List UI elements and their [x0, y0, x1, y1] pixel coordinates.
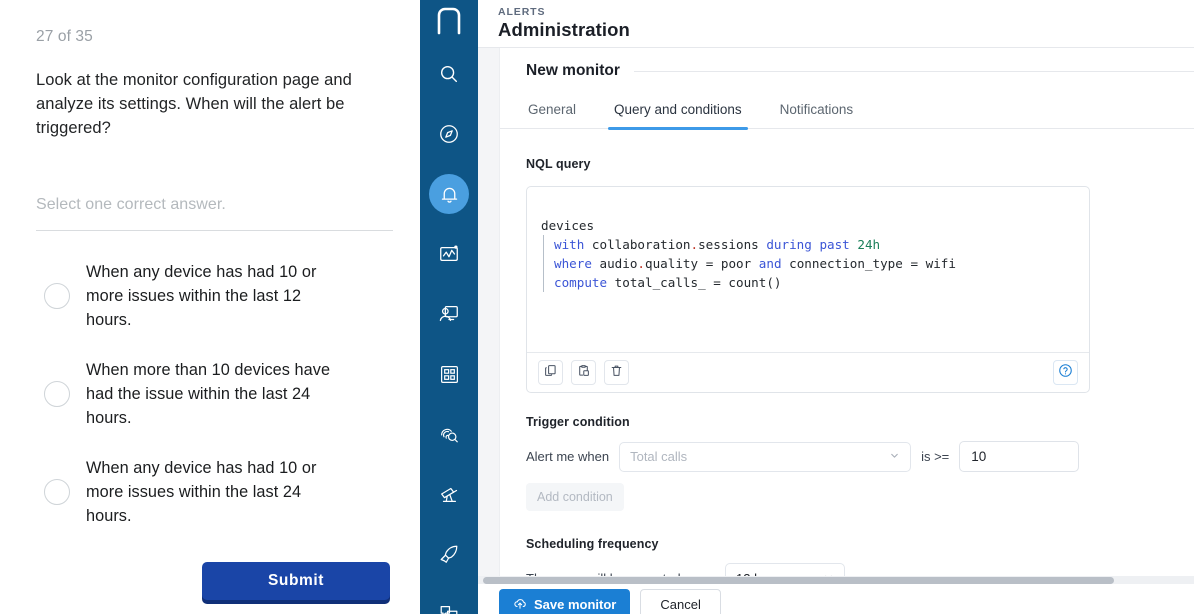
bell-icon	[439, 184, 460, 205]
code-line-2: with collaboration.sessions during past …	[543, 235, 1075, 254]
nql-query-header: NQL query Show in Investigations	[526, 149, 1194, 178]
apps-grid-icon	[439, 364, 460, 385]
cloud-upload-icon	[513, 596, 527, 613]
form-footer: Save monitor Cancel	[478, 584, 1194, 614]
sidebar-item-applications[interactable]	[429, 354, 469, 394]
copy-button[interactable]	[538, 360, 563, 385]
help-button[interactable]	[1053, 360, 1078, 385]
new-monitor-card: New monitor General Query and conditions…	[499, 48, 1194, 578]
answer-option-label: When more than 10 devices have had the i…	[86, 361, 331, 427]
answer-option-3[interactable]: When any device has had 10 or more issue…	[36, 443, 390, 541]
sidebar-item-engage[interactable]	[429, 594, 469, 614]
sidebar-item-explore[interactable]	[429, 114, 469, 154]
add-condition-button[interactable]: Add condition	[526, 483, 624, 511]
radio-button-2[interactable]	[44, 381, 70, 407]
nql-query-label: NQL query	[526, 156, 591, 171]
page-title: Administration	[498, 19, 630, 40]
metric-select-value: Total calls	[630, 449, 688, 464]
fingerprint-search-icon	[438, 423, 460, 445]
trigger-condition-section: Trigger condition Alert me when Total ca…	[526, 415, 1194, 511]
tab-notifications[interactable]: Notifications	[778, 94, 856, 128]
sidebar-item-alerts[interactable]	[429, 174, 469, 214]
main-content: ALERTS Administration New monitor Genera…	[478, 0, 1194, 614]
chevron-down-icon	[889, 449, 900, 464]
sidebar-item-discovery[interactable]	[429, 474, 469, 514]
breadcrumb: ALERTS	[498, 6, 546, 18]
quiz-panel: 27 of 35 Look at the monitor configurati…	[0, 0, 420, 614]
sidebar-item-campaigns[interactable]	[429, 534, 469, 574]
trigger-condition-label: Trigger condition	[526, 415, 630, 429]
sidebar-item-dashboards[interactable]	[429, 234, 469, 274]
answer-option-label: When any device has had 10 or more issue…	[86, 459, 317, 525]
user-experience-icon	[438, 303, 460, 325]
answer-options: When any device has had 10 or more issue…	[36, 247, 390, 541]
answer-option-2[interactable]: When more than 10 devices have had the i…	[36, 345, 390, 443]
tab-panel-query-and-conditions: NQL query Show in Investigations devices…	[500, 129, 1194, 578]
trigger-condition-row: Alert me when Total calls is >= 10	[526, 441, 1194, 472]
search-icon	[438, 63, 460, 85]
app-root: 27 of 35 Look at the monitor configurati…	[0, 0, 1194, 614]
metric-select[interactable]: Total calls	[619, 441, 912, 472]
save-monitor-button[interactable]: Save monitor	[499, 589, 631, 614]
threshold-value: 10	[971, 449, 987, 464]
answer-option-label: When any device has had 10 or more issue…	[86, 263, 317, 329]
horizontal-scrollbar[interactable]	[478, 576, 1194, 584]
radio-button-3[interactable]	[44, 479, 70, 505]
sidebar-item-search[interactable]	[429, 54, 469, 94]
submit-button[interactable]: Submit	[202, 562, 390, 600]
question-counter: 27 of 35	[36, 28, 93, 45]
primary-nav-rail	[420, 0, 478, 614]
sidebar-item-experience[interactable]	[429, 294, 469, 334]
nexthink-logo[interactable]	[426, 6, 472, 36]
radio-button-1[interactable]	[44, 283, 70, 309]
nql-query-editor[interactable]: devices with collaboration.sessions durin…	[526, 186, 1090, 393]
tab-general[interactable]: General	[526, 94, 578, 128]
nql-query-code[interactable]: devices with collaboration.sessions durin…	[527, 187, 1089, 352]
sidebar-item-diagnostics[interactable]	[429, 414, 469, 454]
chat-bubbles-icon	[438, 603, 460, 614]
scrollbar-thumb[interactable]	[483, 577, 1114, 584]
chart-monitor-icon	[438, 243, 460, 265]
rocket-icon	[438, 543, 460, 565]
submit-area: Submit	[202, 562, 390, 600]
code-line-3: where audio.quality = poor and connectio…	[543, 254, 1075, 273]
help-icon	[1058, 363, 1073, 383]
tab-query-and-conditions[interactable]: Query and conditions	[608, 94, 748, 130]
cancel-button[interactable]: Cancel	[640, 589, 721, 614]
card-header: New monitor	[500, 48, 1194, 80]
trash-icon	[610, 364, 623, 382]
code-line-1: devices	[541, 218, 595, 233]
code-line-4: compute total_calls_ = count()	[543, 273, 1075, 292]
operator-label: is >=	[921, 449, 950, 464]
paste-icon	[577, 364, 590, 382]
tab-bar: General Query and conditions Notificatio…	[500, 94, 1194, 130]
copy-icon	[544, 364, 557, 382]
scheduling-frequency-label: Scheduling frequency	[526, 537, 659, 551]
delete-button[interactable]	[604, 360, 629, 385]
compass-icon	[438, 123, 460, 145]
answer-instruction: Select one correct answer.	[36, 196, 226, 213]
paste-button[interactable]	[571, 360, 596, 385]
divider	[36, 230, 393, 231]
scheduling-frequency-section: Scheduling frequency The query will be e…	[526, 537, 1194, 578]
threshold-input[interactable]: 10	[959, 441, 1080, 472]
editor-toolbar	[527, 352, 1089, 392]
alert-me-when-label: Alert me when	[526, 449, 610, 464]
card-title: New monitor	[526, 62, 620, 79]
question-text: Look at the monitor configuration page a…	[36, 71, 352, 137]
answer-option-1[interactable]: When any device has had 10 or more issue…	[36, 247, 390, 345]
header-rule	[633, 70, 1194, 72]
page-header: ALERTS Administration	[478, 0, 1194, 48]
telescope-icon	[438, 483, 460, 505]
save-monitor-label: Save monitor	[534, 596, 617, 612]
